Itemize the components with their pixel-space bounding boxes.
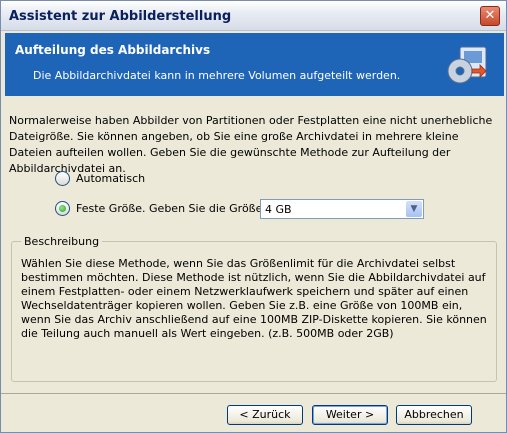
header-subtitle: Die Abbildarchivdatei kann in mehrere Vo… — [33, 69, 401, 82]
fixed-size-label: Feste Größe. Geben Sie die Größe an: — [76, 202, 284, 215]
close-icon: ✕ — [484, 8, 496, 23]
size-dropdown-value: 4 GB — [265, 203, 292, 216]
next-button[interactable]: Weiter > — [312, 405, 388, 425]
footer-divider — [1, 393, 506, 394]
chevron-down-icon[interactable]: ▼ — [406, 201, 422, 217]
wizard-header: Aufteilung des Abbildarchivs Die Abbilda… — [5, 33, 504, 96]
title-bar: Assistent zur Abbilderstellung ✕ — [1, 1, 506, 31]
header-title: Aufteilung des Abbildarchivs — [15, 43, 211, 57]
close-button[interactable]: ✕ — [480, 6, 500, 26]
fixed-size-radio[interactable] — [55, 201, 70, 216]
window-title: Assistent zur Abbilderstellung — [9, 9, 232, 24]
description-text: Wählen Sie diese Methode, wenn Sie das G… — [21, 257, 487, 340]
fixed-size-option[interactable]: Feste Größe. Geben Sie die Größe an: — [55, 201, 283, 216]
disk-image-icon — [447, 46, 487, 84]
wizard-window: Assistent zur Abbilderstellung ✕ Aufteil… — [0, 0, 507, 433]
automatic-option[interactable]: Automatisch — [55, 171, 145, 186]
description-legend: Beschreibung — [21, 235, 103, 248]
back-button[interactable]: < Zurück — [227, 405, 303, 425]
automatic-label: Automatisch — [76, 172, 146, 185]
size-dropdown[interactable]: 4 GB ▼ — [260, 199, 424, 219]
automatic-radio[interactable] — [55, 171, 70, 186]
cancel-button[interactable]: Abbrechen — [396, 405, 472, 425]
intro-text: Normalerweise haben Abbilder von Partiti… — [9, 114, 493, 175]
